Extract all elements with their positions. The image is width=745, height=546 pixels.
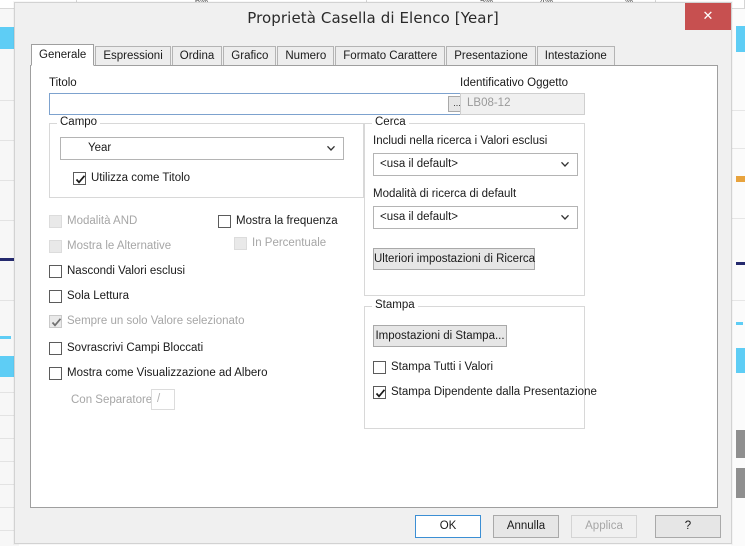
checkbox-box: [49, 215, 62, 228]
close-icon[interactable]: ✕: [685, 3, 731, 30]
modalita-ricerca-label: Modalità di ricerca di default: [373, 188, 517, 200]
option-label: Sempre un solo Valore selezionato: [67, 315, 245, 327]
apply-button: Applica: [571, 515, 637, 538]
ok-button[interactable]: OK: [415, 515, 481, 538]
object-id-value: LB08-12: [467, 97, 511, 109]
bg-block-grey-2: [736, 468, 745, 498]
option-label: Sola Lettura: [67, 290, 130, 302]
option-label: In Percentuale: [252, 237, 327, 249]
chevron-down-icon: [326, 143, 336, 153]
tab-ordina[interactable]: Ordina: [171, 46, 223, 65]
campo-field-select[interactable]: Year: [60, 137, 344, 160]
bg-highlight-right-2: [736, 348, 745, 373]
chevron-down-icon: [560, 159, 570, 169]
tab-numero[interactable]: Numero: [277, 46, 335, 65]
option-label: Nascondi Valori esclusi: [67, 265, 186, 277]
modalita-ricerca-value: <usa il default>: [380, 211, 459, 223]
bg-highlight-right-thin: [736, 322, 743, 325]
con-separatore-input[interactable]: /: [151, 389, 175, 410]
titolo-input[interactable]: ...: [49, 93, 469, 115]
dialog-footer: OK Annulla Applica ?: [15, 507, 733, 543]
checkbox-box: [234, 237, 247, 250]
bg-highlight-thin: [0, 336, 11, 339]
chevron-down-icon: [560, 212, 570, 222]
tab-generale[interactable]: Generale: [31, 44, 95, 66]
tab-grafico[interactable]: Grafico: [223, 46, 277, 65]
checkbox-box: [49, 290, 62, 303]
checkbox-box: [49, 265, 62, 278]
tab-bar: Generale Espressioni Ordina Grafico Nume…: [31, 44, 616, 66]
object-id-label: Identificativo Oggetto: [460, 77, 569, 89]
background-right-column: [731, 9, 745, 546]
includi-valori-esclusi-select[interactable]: <usa il default>: [373, 153, 578, 176]
campo-group-label: Campo: [57, 116, 101, 128]
option-label: Mostra la frequenza: [236, 215, 338, 227]
option-label: Modalità AND: [67, 215, 138, 227]
campo-group: Campo Year Utilizza come Titolo: [49, 116, 364, 198]
checkbox-box: [49, 367, 62, 380]
checkbox-box: [373, 361, 386, 374]
con-separatore-label: Con Separatore: [71, 394, 153, 406]
use-as-title-label: Utilizza come Titolo: [91, 172, 191, 184]
option-label: Mostra come Visualizzazione ad Albero: [67, 367, 268, 379]
impostazioni-stampa-button[interactable]: Impostazioni di Stampa...: [373, 325, 507, 347]
cerca-group-label: Cerca: [372, 116, 409, 128]
bg-highlight-cell: [0, 27, 14, 49]
stampa-group: Stampa Impostazioni di Stampa... Stampa …: [364, 299, 597, 429]
bg-block-grey-1: [736, 430, 745, 458]
tab-espressioni[interactable]: Espressioni: [95, 46, 171, 65]
bg-highlight-right: [736, 26, 745, 52]
checkbox-box: [49, 342, 62, 355]
bg-marker-orange: [736, 176, 745, 182]
campo-field-value: Year: [88, 142, 112, 154]
checkbox-box: [49, 240, 62, 253]
bg-marker-line-right: [736, 262, 745, 265]
option-label: Sovrascrivi Campi Bloccati: [67, 342, 204, 354]
includi-valori-esclusi-label: Includi nella ricerca i Valori esclusi: [373, 135, 548, 147]
dialog-titlebar[interactable]: Proprietà Casella di Elenco [Year] ✕: [15, 3, 731, 33]
includi-valori-esclusi-value: <usa il default>: [380, 158, 459, 170]
properties-dialog: Proprietà Casella di Elenco [Year] ✕ Gen…: [14, 2, 732, 544]
checkbox-box: [373, 386, 386, 399]
option-label: Mostra le Alternative: [67, 240, 172, 252]
ulteriori-impostazioni-ricerca-button[interactable]: Ulteriori impostazioni di Ricerca: [373, 248, 535, 270]
modalita-ricerca-select[interactable]: <usa il default>: [373, 206, 578, 229]
checkbox-box: [218, 215, 231, 228]
cancel-button[interactable]: Annulla: [493, 515, 559, 538]
checkbox-box: [49, 315, 62, 328]
bg-highlight-cell-2: [0, 356, 14, 377]
object-id-field: LB08-12: [460, 93, 585, 115]
con-separatore-value: /: [157, 393, 161, 405]
option-label: Stampa Dipendente dalla Presentazione: [391, 386, 597, 398]
stampa-group-label: Stampa: [372, 299, 418, 311]
bg-marker-line: [0, 258, 14, 261]
checkbox-box: [73, 172, 86, 185]
dialog-title: Proprietà Casella di Elenco [Year]: [247, 9, 499, 27]
tab-panel-generale: Titolo ... Identificativo Oggetto LB08-1…: [30, 65, 718, 508]
option-label: Stampa Tutti i Valori: [391, 361, 494, 373]
tab-intestazione[interactable]: Intestazione: [536, 46, 615, 65]
cerca-group: Cerca Includi nella ricerca i Valori esc…: [364, 116, 585, 296]
titolo-label: Titolo: [49, 77, 77, 89]
tab-formato-carattere[interactable]: Formato Carattere: [335, 46, 446, 65]
tab-presentazione[interactable]: Presentazione: [446, 46, 536, 65]
help-button[interactable]: ?: [655, 515, 721, 538]
